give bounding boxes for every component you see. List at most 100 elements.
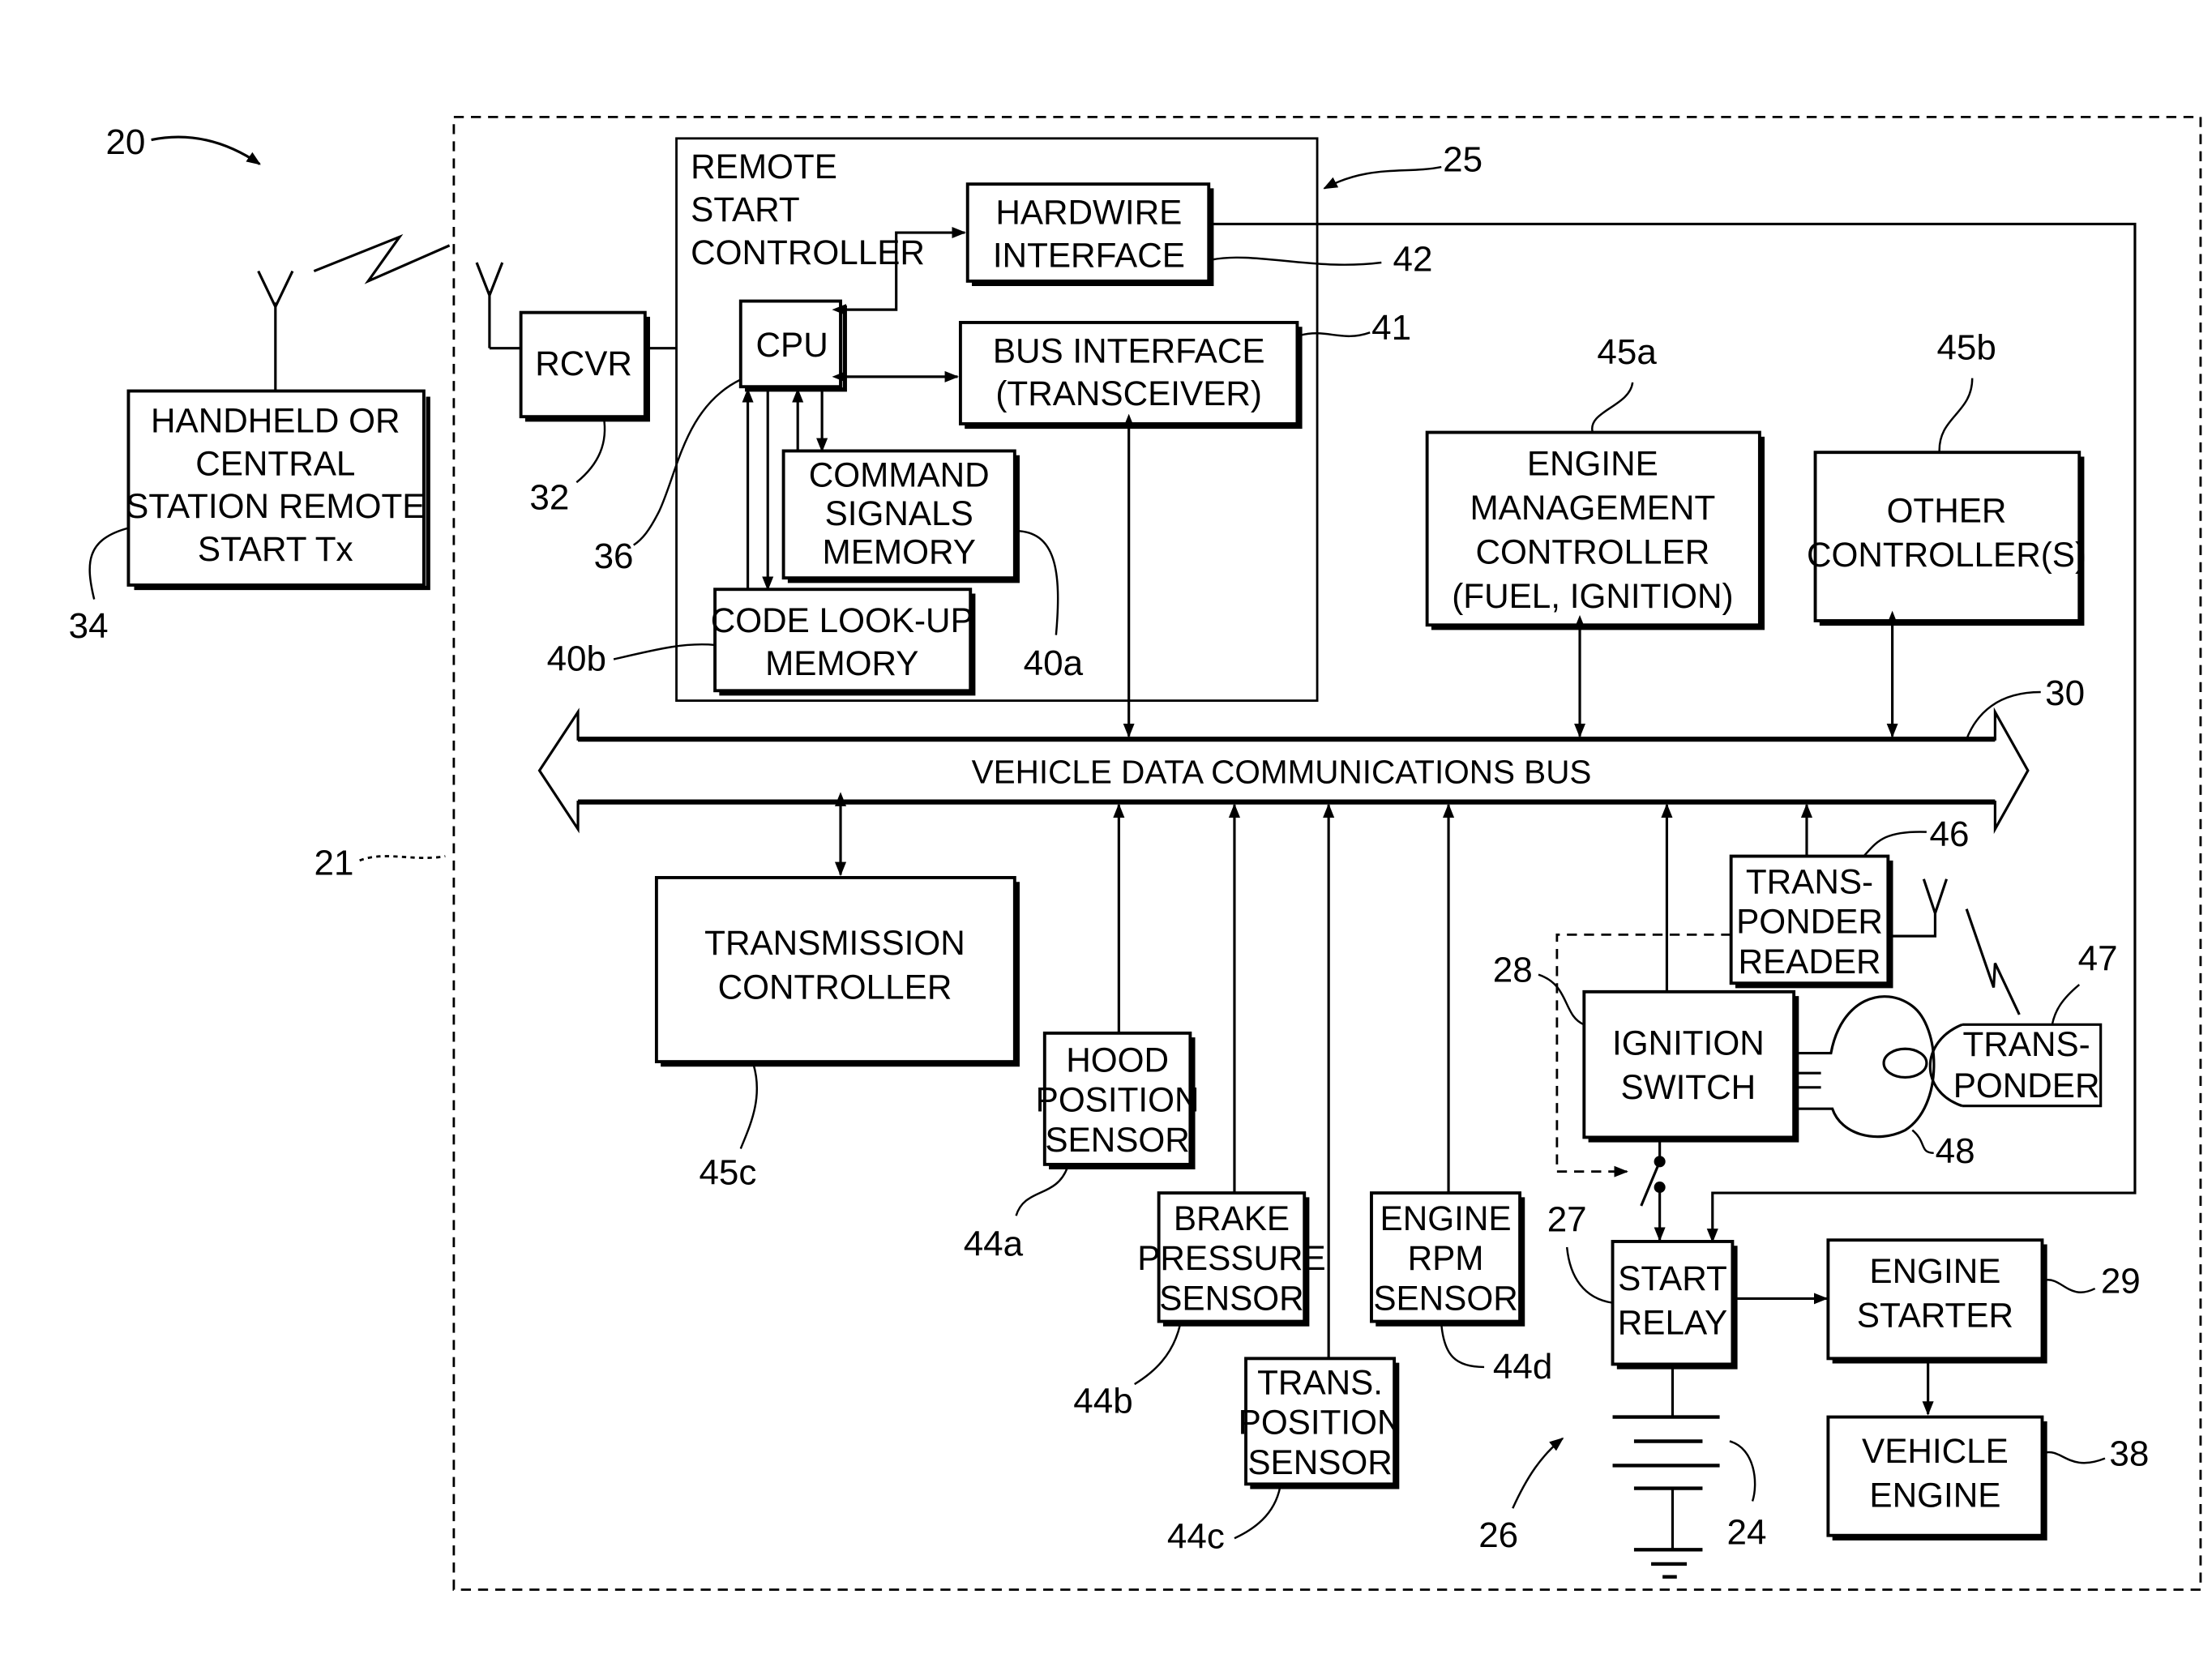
leader-line [575,416,606,484]
vehicle-engine-ref: 38 [2109,1434,2149,1473]
engine-starter-block: ENGINE STARTER [1826,1238,2047,1364]
vehicle-engine-block: VEHICLE ENGINE [1826,1415,2047,1541]
engine-management-controller-block: ENGINE MANAGEMENT CONTROLLER (FUEL, IGNI… [1425,430,1765,630]
receiver-antenna-icon [475,262,521,350]
trans-sensor-ref: 44c [1167,1517,1225,1557]
block-label: ENGINE [1380,1199,1512,1237]
block-label: ENGINE [1869,1476,2000,1514]
engine-rpm-sensor-block: ENGINE RPM SENSOR [1370,1191,1525,1327]
other-controllers-ref: 45b [1936,328,1996,368]
figure-ref-arrow [151,135,261,165]
handheld-ref: 34 [69,606,109,646]
battery-icon [1612,1364,1720,1550]
leader-arrow [1323,165,1442,190]
leader-line [2044,1451,2106,1464]
engine-starter-ref: 29 [2101,1261,2141,1301]
leader-line [1538,973,1585,1026]
controller-title: START [691,190,800,229]
block-label: RELAY [1618,1303,1727,1341]
block-label: POSITION [1036,1081,1200,1119]
leader-line [88,527,129,600]
rcvr-ref: 32 [529,478,569,518]
block-label: TRANSMISSION [704,924,965,962]
transponder-reader-block: TRANS- PONDER READER [1729,854,1893,989]
block-label: CENTRAL [195,444,355,482]
code-lookup-ref: 40b [547,639,606,679]
transponder-block: TRANS- PONDER [1928,1023,2103,1108]
transponder-signal-icon [1965,908,2021,1015]
ground-icon [1633,1548,1703,1579]
block-label: PONDER [1953,1066,2100,1105]
bus-interface-block: BUS INTERFACE (TRANSCEIVER) [958,321,1303,430]
leader-line [1591,382,1634,433]
block-label: (TRANSCEIVER) [995,374,1262,412]
transponder-ref: 47 [2078,938,2118,978]
block-label: HANDHELD OR [151,402,400,440]
hood-position-sensor-block: HOOD POSITION SENSOR [1036,1031,1200,1170]
leader-line [2044,1279,2096,1293]
controller-ref: 25 [1443,139,1483,179]
block-label: SIGNALS [825,494,973,532]
vehicle-boundary-leader [359,855,446,862]
start-relay-ref: 27 [1547,1200,1587,1240]
block-label: PONDER [1736,903,1883,941]
hood-sensor-ref: 44a [964,1224,1024,1264]
relay-contact-switch-icon [1640,1137,1666,1241]
ignition-switch-ref: 28 [1493,950,1533,989]
leader-line [1911,1129,1934,1155]
block-label: STARTER [1857,1297,2013,1335]
hardwire-ref: 42 [1393,240,1433,280]
cpu-ref: 36 [594,536,634,576]
controller-title: REMOTE [691,147,837,186]
rcvr-block: RCVR [519,310,650,422]
block-label: READER [1738,942,1880,981]
block-label: SENSOR [1373,1279,1517,1317]
cpu-block: CPU [738,299,847,392]
start-circuit-ref: 26 [1478,1515,1518,1555]
block-label: MEMORY [823,533,976,571]
key-icon [1794,995,1936,1139]
bus-interface-ref: 41 [1371,308,1411,348]
antenna-icon [257,270,294,391]
block-label: START Tx [198,530,353,568]
brake-sensor-ref: 44b [1073,1381,1132,1421]
leader-line [1565,1246,1613,1304]
other-controllers-block: OTHER CONTROLLER(S) [1807,451,2086,626]
bus-label: VEHICLE DATA COMMUNICATIONS BUS [972,754,1592,791]
block-label: CONTROLLER [1476,533,1710,571]
vehicle-boundary-ref: 21 [314,843,354,883]
block-label: COMMAND [809,455,990,494]
command-signals-memory-block: COMMAND SIGNALS MEMORY [781,449,1020,583]
block-label: TRANS. [1257,1363,1383,1401]
code-lookup-memory-block: CODE LOOK-UP MEMORY [711,588,976,696]
figure-ref: 20 [105,122,145,162]
block-label: POSITION [1239,1404,1402,1442]
block-label: VEHICLE [1862,1432,2009,1470]
controller-title: CONTROLLER [691,233,925,271]
engine-management-ref: 45a [1597,332,1657,372]
block-label: START [1618,1259,1727,1297]
block-label: HARDWIRE [995,193,1182,231]
rpm-sensor-ref: 44d [1493,1347,1552,1387]
leader-line [1234,1486,1281,1540]
vehicle-data-bus: VEHICLE DATA COMMUNICATIONS BUS [537,707,2030,835]
leader-line [2051,984,2081,1025]
block-label: PRESSURE [1137,1239,1325,1277]
leader-line [1863,831,1927,857]
block-label: INTERFACE [993,236,1185,274]
block-label: BRAKE [1174,1199,1290,1237]
remote-start-system-diagram: 20 21 HANDHELD OR CENTRAL STATION REMOTE… [69,115,2202,1592]
transmission-controller-block: TRANSMISSION CONTROLLER [654,876,1020,1067]
block-label: SENSOR [1045,1121,1189,1159]
block-label: SENSOR [1247,1443,1392,1481]
block-label: OTHER [1887,491,2007,529]
transponder-reader-antenna-icon [1888,878,1949,938]
block-label: MEMORY [765,644,918,682]
block-label: MANAGEMENT [1470,489,1715,527]
leader-line [1015,1166,1069,1216]
leader-line [1938,378,1974,453]
block-label: HOOD [1066,1041,1169,1079]
bus-ref: 30 [2045,673,2085,713]
start-circuit-arrow [1512,1437,1564,1509]
key-ref: 48 [1936,1131,1975,1171]
